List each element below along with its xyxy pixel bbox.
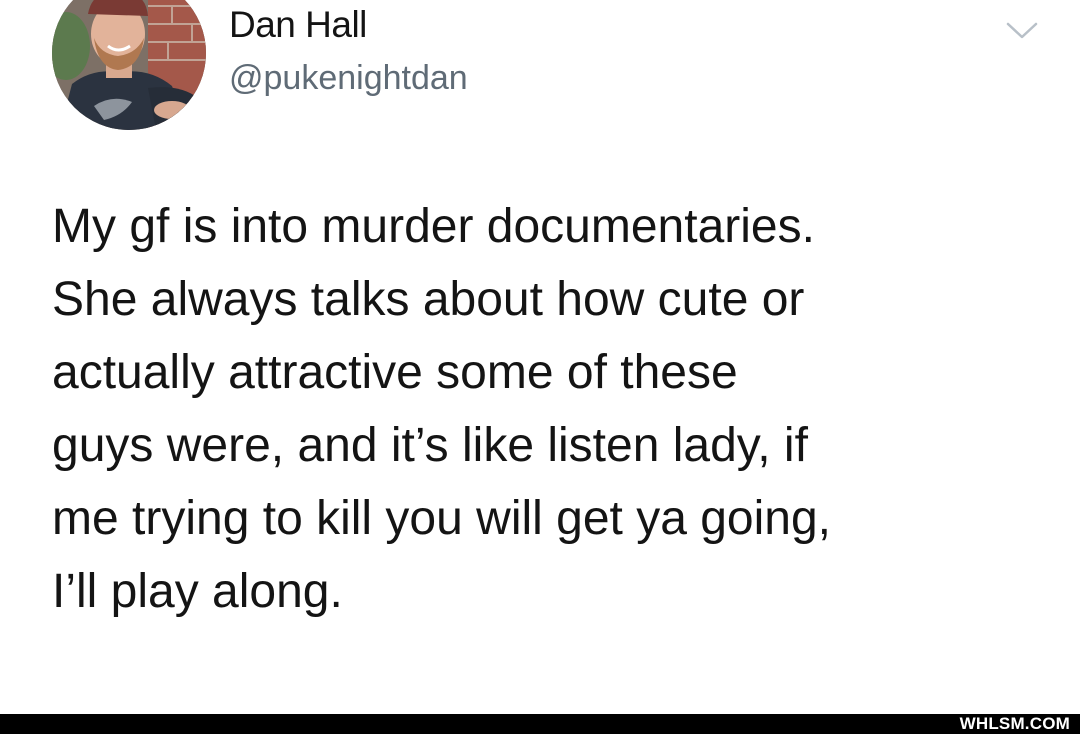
- footer-bar: WHLSM.COM: [0, 714, 1080, 734]
- avatar-photo: [52, 0, 206, 130]
- tweet-text-line: My gf is into murder documentaries.: [52, 200, 815, 253]
- author-handle[interactable]: @pukenightdan: [229, 59, 468, 98]
- tweet-text-line: me trying to kill you will get ya going,: [52, 492, 832, 545]
- tweet-card: Dan Hall @pukenightdan My gf is into mur…: [0, 0, 1080, 714]
- tweet-text-line: guys were, and it’s like listen lady, if: [52, 419, 808, 472]
- tweet-text-line: She always talks about how cute or: [52, 273, 805, 326]
- watermark: WHLSM.COM: [959, 714, 1070, 733]
- avatar[interactable]: [52, 0, 206, 130]
- author-display-name[interactable]: Dan Hall: [229, 4, 367, 46]
- chevron-down-icon[interactable]: [1002, 18, 1042, 44]
- tweet-text: My gf is into murder documentaries. She …: [52, 190, 1052, 628]
- tweet-text-line: actually attractive some of these: [52, 346, 738, 399]
- tweet-text-line: I’ll play along.: [52, 565, 343, 618]
